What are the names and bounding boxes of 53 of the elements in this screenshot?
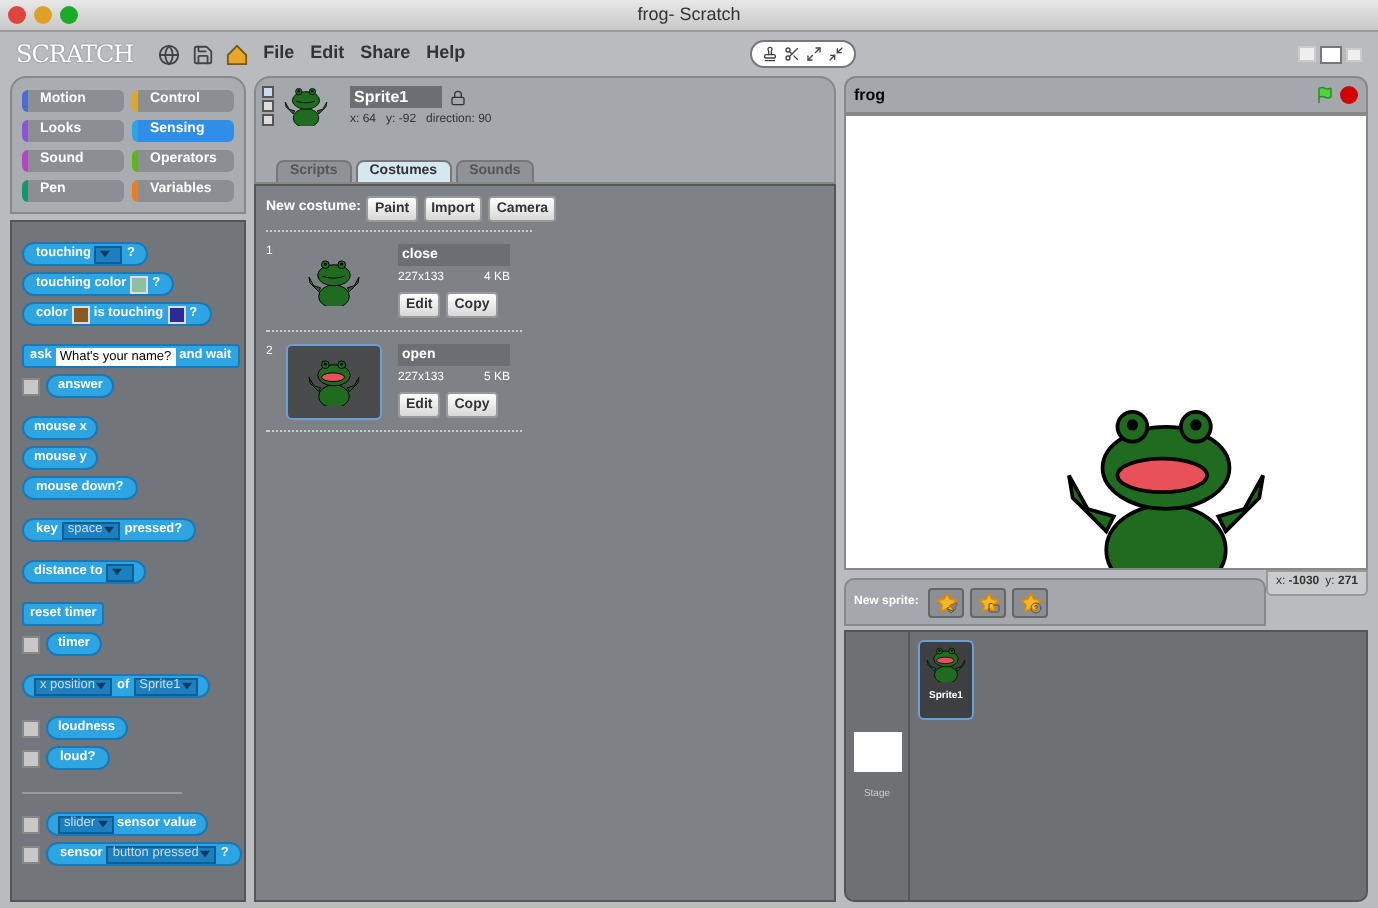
menu-item[interactable]: Share [360,40,411,68]
dropdown[interactable] [106,563,135,581]
frog-drawing [924,646,968,682]
caret-icon [97,820,108,828]
stage-thumbnail[interactable] [853,732,901,772]
caret-icon [100,250,111,258]
caret-icon [200,850,211,858]
new-sprite-button[interactable] [928,587,965,617]
checkbox[interactable] [22,635,40,653]
project-title: frog [854,83,886,107]
folder-icon [988,601,1001,613]
sprite-name-field[interactable]: Sprite1 [350,86,442,108]
lock-icon[interactable] [450,89,466,105]
caret-icon [104,526,115,534]
caret-icon [96,682,107,690]
menu-item[interactable]: Help [426,40,466,68]
star-icon [1019,591,1042,613]
caret-icon [182,682,193,690]
globe-icon[interactable] [157,43,180,65]
checkbox[interactable] [22,377,40,395]
shrink-icon[interactable] [828,46,845,62]
frog-drawing [304,258,364,306]
menu-item[interactable]: Edit [310,40,345,68]
dropdown[interactable] [94,245,123,263]
flag-icon[interactable] [1316,86,1334,104]
new-sprite-button[interactable] [970,587,1007,617]
new-sprite-button[interactable] [1012,587,1049,617]
color-swatch[interactable] [71,305,90,323]
paintbrush-icon [946,601,959,613]
stamp-icon[interactable] [762,46,779,62]
checkbox[interactable] [22,845,40,863]
scratch-logo: SCRATCH [16,38,134,72]
frog-drawing [304,358,364,406]
star-icon [977,591,1000,613]
star-icon [935,591,958,613]
color-swatch[interactable] [167,305,186,323]
color-swatch[interactable] [130,275,149,293]
zoom-button[interactable] [60,6,78,24]
house-icon[interactable] [225,43,248,65]
checkbox[interactable] [22,749,40,767]
caret-icon [112,568,123,576]
menu-item[interactable]: File [263,40,295,68]
question-mark-icon [1030,601,1043,613]
normal-stage-icon[interactable] [1320,45,1342,63]
sprite-thumbnail [282,86,330,126]
close-button[interactable] [8,6,26,24]
window-title: frog- Scratch [637,1,741,28]
stop-icon[interactable] [1340,86,1358,104]
checkbox[interactable] [22,719,40,737]
costume-thumbnail[interactable] [286,344,382,420]
scissors-icon[interactable] [784,46,801,62]
checkbox[interactable] [22,815,40,833]
grow-icon[interactable] [806,46,823,62]
